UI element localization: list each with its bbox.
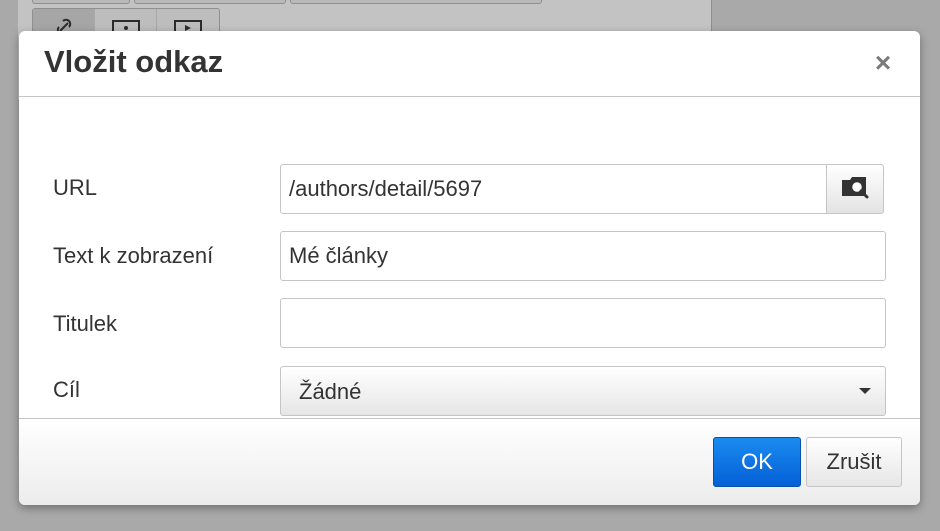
insert-link-dialog: Vložit odkaz × URL Text k zobrazení Titu… [19,31,920,505]
cancel-button[interactable]: Zrušit [806,437,902,487]
editor-toolbar-top [32,0,542,4]
close-icon[interactable]: × [873,49,893,77]
display-text-label: Text k zobrazení [53,243,214,268]
url-input[interactable] [280,164,827,214]
title-label: Titulek [53,311,117,336]
target-label: Cíl [53,377,80,402]
browse-folder-icon [840,174,870,205]
dialog-body: URL Text k zobrazení Titulek Cíl Žádné [19,98,920,418]
ok-button[interactable]: OK [713,437,801,487]
dialog-footer: OK Zrušit [19,418,920,505]
target-select[interactable]: Žádné [280,366,886,416]
chevron-down-icon [859,388,871,394]
title-input[interactable] [280,298,886,348]
target-select-value: Žádné [299,379,362,404]
browse-button[interactable] [826,164,884,214]
dialog-title: Vložit odkaz [44,44,224,79]
display-text-input[interactable] [280,231,886,281]
url-label: URL [53,175,98,200]
dialog-header: Vložit odkaz × [19,31,920,97]
